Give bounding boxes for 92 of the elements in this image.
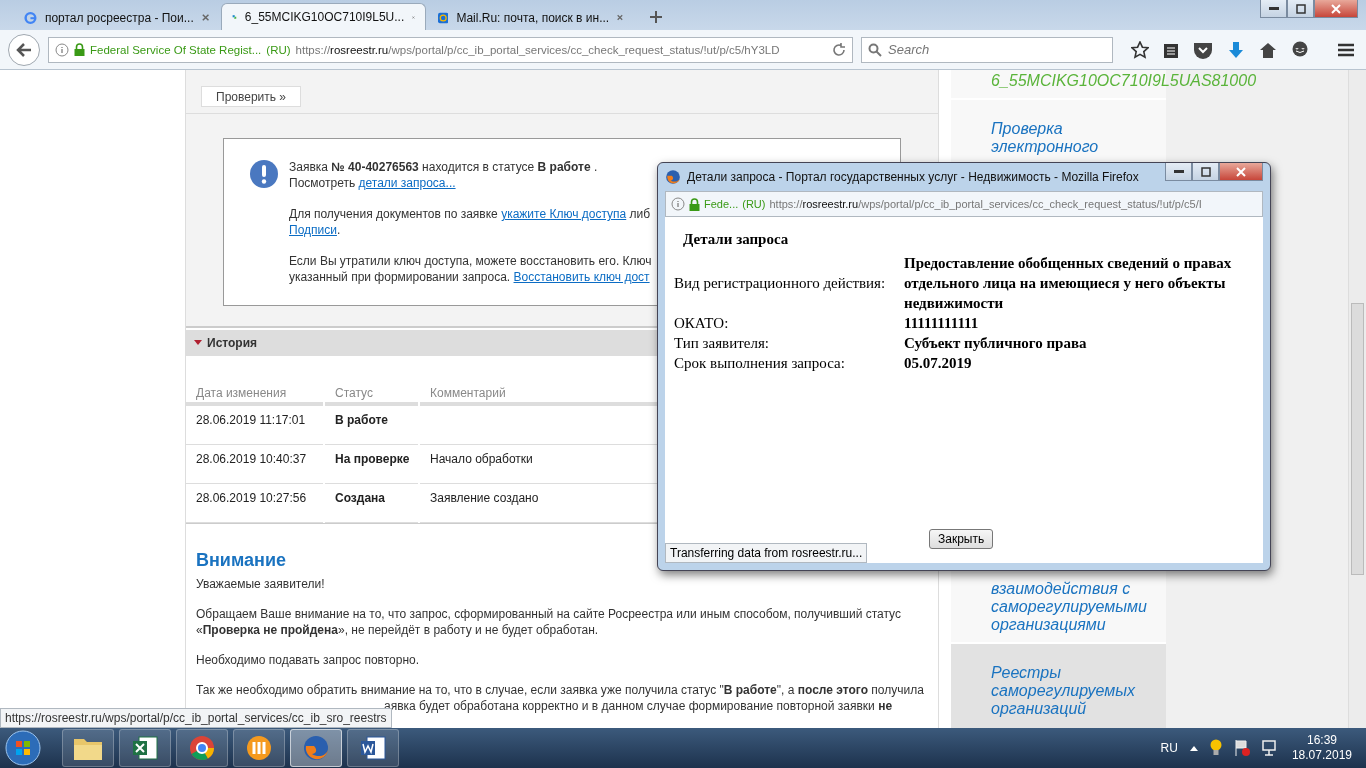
address-field[interactable]: Fede... (RU) https://rosreestr.ru/wps/portal/p/cc_ib_portal_services/cc_check_request_status/!ut/p/c5/I [665,191,1263,217]
menu-icon[interactable] [1337,41,1355,58]
restore-button[interactable] [1287,0,1314,18]
field-label: Вид регистрационного действия: [674,274,887,293]
paragraph: Уважаемые заявители! [196,576,326,592]
section-title: Внимание [196,552,286,568]
link[interactable]: детали запроса... [358,176,456,190]
fox-globe-icon [665,169,681,185]
table-cell: 28.06.2019 10:27:56 [186,484,323,523]
notice-text: . [336,223,341,237]
exclamation-icon [249,159,279,189]
status-text: Transferring data from rosreestr.ru... [665,543,868,563]
flag-icon[interactable] [1233,739,1250,757]
restore-button[interactable] [1192,163,1219,181]
restore-icon[interactable] [1295,3,1306,14]
taskbar-app[interactable] [119,729,171,767]
notice-text: Посмотреть [289,176,357,190]
clock[interactable]: 16:39 18.07.2019 [1291,733,1352,763]
info-icon[interactable] [55,42,69,57]
notice-text: либ [628,207,651,221]
lock-icon [689,197,700,211]
lock-icon [74,43,85,56]
field-label: Срок выполнения запроса: [674,354,846,373]
notice-text: указанный при формировании запроса. [289,270,512,284]
notice-text: Заявка № 40-40276563 находится в статусе В работе . [289,160,598,174]
address-field[interactable]: Federal Service Of State Regist... (RU) https://rosreestr.ru/wps/portal/p/cc_ib_portal_services/cc_check_request_status/!ut/p/c5/hY3LD [48,36,853,63]
paragraph: Обращаем Ваше внимание на то, что запрос, сформированный на сайте Росреестра или иным способом, получивший статус «Проверка не пройдена», не перейдёт в работу и не будет обработан. [196,606,902,638]
sidebar-link[interactable]: Реестры саморегулируемых организаций [991,664,1156,718]
bulb-icon[interactable] [1209,739,1222,757]
sidebar-link[interactable]: взаимодействия с саморегулируемыми организациями [991,580,1156,634]
document-icon [359,734,387,762]
close-icon[interactable] [617,13,623,22]
close-button[interactable] [1219,163,1263,181]
details-heading: Детали запроса [682,231,790,248]
close-icon[interactable] [201,13,209,22]
scrollbar[interactable] [1348,70,1366,728]
reload-icon[interactable] [832,42,846,57]
restore-icon[interactable] [1200,166,1211,177]
field-label: Тип заявителя: [674,334,770,353]
link[interactable]: укажите Ключ доступа [501,207,627,221]
browser-tab[interactable]: 6_55MCIKG10OC710I9L5U... [221,3,426,30]
link[interactable]: Восстановить ключ дост [513,270,650,284]
minimize-button[interactable] [1165,163,1192,181]
paragraph: Так же необходимо обратить внимание на то, что в случае, если заявка уже получила статус "В работе", а после этого получила [196,682,925,698]
pocket-icon[interactable] [1193,40,1213,59]
table-cell: На проверке [325,445,418,484]
back-arrow-icon[interactable] [16,42,32,57]
minimize-button[interactable] [1260,0,1287,18]
up-arrow-icon[interactable] [1189,745,1198,751]
g-logo-icon [24,9,37,26]
plus-icon[interactable] [649,10,663,24]
spreadsheet-icon [131,734,159,762]
taskbar-app[interactable] [233,729,285,767]
field-value: 11111111111 [904,314,980,333]
field-label: ОКАТО: [674,314,730,333]
language-indicator[interactable]: RU [1160,741,1178,755]
table-cell: 28.06.2019 11:17:01 [186,406,323,445]
table-cell: В работе [325,406,418,445]
close-button[interactable] [1314,0,1358,18]
browser-tab[interactable]: Mail.Ru: почта, поиск в ин... [428,5,633,30]
minimize-icon[interactable] [1268,6,1279,11]
paragraph: Необходимо подавать запрос повторно. [196,652,421,668]
field-value: 05.07.2019 [904,354,973,373]
browser-tab[interactable]: портал росреестра - Пои... [14,5,219,30]
search-field[interactable]: Search [861,36,1113,63]
notice-text: Для получения документов по заявке [289,207,499,221]
table-cell: Создана [325,484,418,523]
back-button[interactable] [8,33,40,66]
taskbar-app[interactable] [176,729,228,767]
bars-app-icon [245,734,273,762]
download-icon[interactable] [1227,40,1245,59]
sidebar-link[interactable]: Проверка электронного [991,120,1156,156]
fox-globe-icon [302,734,330,762]
close-button[interactable]: Закрыть [929,529,994,549]
status-url: https://rosreestr.ru/wps/portal/p/cc_ib_portal_services/cc_ib_sro_reestrs [0,708,392,728]
check-button[interactable]: Проверить » [201,86,302,107]
taskbar-app[interactable] [62,729,114,767]
start-orb-icon[interactable] [4,729,42,767]
star-icon[interactable] [1131,40,1149,59]
field-value: Предоставление обобщенных сведений о правах отдельного лица на имеющиеся у него объекты недвижимости [904,254,1233,313]
table-cell: 28.06.2019 10:40:37 [186,445,323,484]
minimize-icon[interactable] [1173,169,1184,174]
notice-text: Если Вы утратили ключ доступа, можете восстановить его. Ключ [289,254,652,268]
column-header: Статус [325,381,418,406]
browser-icon [188,734,216,762]
search-icon [868,42,882,57]
window-title: Детали запроса - Портал государственных услуг - Недвижимость - Mozilla Firefox [687,170,1139,184]
link[interactable]: Подписи [289,223,337,237]
column-header: Дата изменения [186,381,323,406]
home-icon[interactable] [1259,41,1277,58]
taskbar-app[interactable] [290,729,342,767]
taskbar-app[interactable] [347,729,399,767]
